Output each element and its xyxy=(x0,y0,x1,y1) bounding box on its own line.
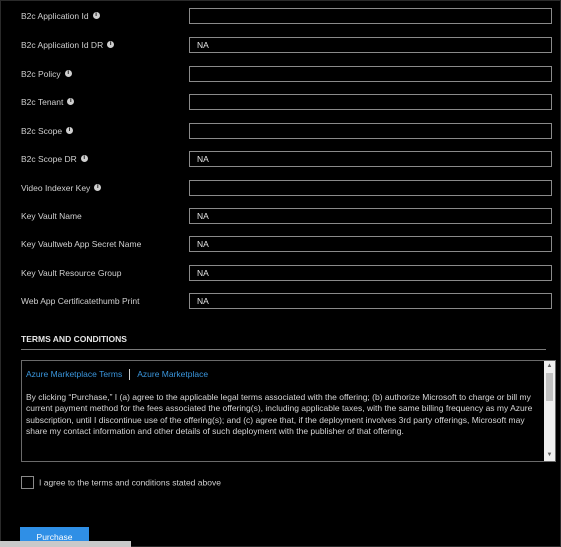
field-label-text: B2c Tenant xyxy=(21,97,64,107)
field-label: B2c Policy i xyxy=(21,69,72,79)
info-icon[interactable]: i xyxy=(67,98,75,106)
info-icon[interactable]: i xyxy=(92,12,100,20)
form-row: Key Vaultweb App Secret Name xyxy=(21,236,552,253)
field-label-text: B2c Application Id xyxy=(21,11,89,21)
field-label-text: Web App Certificatethumb Print xyxy=(21,296,140,306)
field-label: Video Indexer Key i xyxy=(21,183,102,193)
info-icon[interactable]: i xyxy=(64,70,72,78)
scroll-up-arrow-icon[interactable]: ▲ xyxy=(544,361,555,372)
field-label: Key Vaultweb App Secret Name xyxy=(21,239,141,249)
text-field[interactable] xyxy=(189,8,552,24)
link-separator xyxy=(129,369,131,381)
text-field[interactable] xyxy=(189,151,552,167)
form-row: Web App Certificatethumb Print xyxy=(21,293,552,310)
terms-links: Azure Marketplace Terms Azure Marketplace xyxy=(26,369,208,381)
form-row: B2c Policy i xyxy=(21,66,552,83)
field-label: Web App Certificatethumb Print xyxy=(21,296,139,306)
field-label: B2c Scope DR i xyxy=(21,154,88,164)
text-field[interactable] xyxy=(189,293,552,309)
info-icon[interactable]: i xyxy=(66,127,74,135)
horizontal-scrollbar-thumb[interactable] xyxy=(0,541,131,547)
text-field[interactable] xyxy=(189,66,552,82)
terms-box: Azure Marketplace Terms Azure Marketplace… xyxy=(21,360,556,462)
terms-title: TERMS AND CONDITIONS xyxy=(21,334,127,344)
terms-scrollbar[interactable]: ▲ ▼ xyxy=(544,361,555,461)
text-field[interactable] xyxy=(189,236,552,252)
form-row: B2c Scope i xyxy=(21,123,552,140)
field-label-text: Key Vault Resource Group xyxy=(21,268,122,278)
form-row: Key Vault Resource Group xyxy=(21,265,552,282)
terms-divider xyxy=(21,349,546,350)
field-label-text: B2c Application Id DR xyxy=(21,40,104,50)
form-row: Video Indexer Key i xyxy=(21,180,552,197)
scroll-down-arrow-icon[interactable]: ▼ xyxy=(544,450,555,461)
form-row: B2c Tenant i xyxy=(21,94,552,111)
field-label: B2c Application Id DR i xyxy=(21,40,115,50)
text-field[interactable] xyxy=(189,94,552,110)
form-row: B2c Application Id i xyxy=(21,8,552,25)
form-row: B2c Scope DR i xyxy=(21,151,552,168)
field-label-text: B2c Scope DR xyxy=(21,154,77,164)
text-field[interactable] xyxy=(189,265,552,281)
azure-marketplace-terms-link[interactable]: Azure Marketplace Terms xyxy=(26,369,122,379)
info-icon[interactable]: i xyxy=(94,184,102,192)
text-field[interactable] xyxy=(189,123,552,139)
azure-marketplace-link[interactable]: Azure Marketplace xyxy=(137,369,208,379)
scrollbar-thumb[interactable] xyxy=(546,373,553,401)
field-label-text: B2c Scope xyxy=(21,126,63,136)
form-row: B2c Application Id DR i xyxy=(21,37,552,54)
field-label-text: B2c Policy xyxy=(21,69,61,79)
field-label-text: Key Vault Name xyxy=(21,211,82,221)
field-label-text: Video Indexer Key xyxy=(21,183,91,193)
agree-terms-checkbox[interactable] xyxy=(21,476,34,489)
terms-text: By clicking “Purchase,” I (a) agree to t… xyxy=(26,392,533,436)
agree-terms-label: I agree to the terms and conditions stat… xyxy=(39,477,221,488)
field-label: Key Vault Resource Group xyxy=(21,268,121,278)
form-row: Key Vault Name xyxy=(21,208,552,225)
field-label: B2c Application Id i xyxy=(21,11,100,21)
info-icon[interactable]: i xyxy=(80,155,88,163)
field-label-text: Key Vaultweb App Secret Name xyxy=(21,239,142,249)
field-label: B2c Scope i xyxy=(21,126,74,136)
text-field[interactable] xyxy=(189,180,552,196)
text-field[interactable] xyxy=(189,37,552,53)
field-label: Key Vault Name xyxy=(21,211,82,221)
text-field[interactable] xyxy=(189,208,552,224)
info-icon[interactable]: i xyxy=(107,41,115,49)
agree-terms-checkbox-row[interactable]: I agree to the terms and conditions stat… xyxy=(21,476,221,489)
field-label: B2c Tenant i xyxy=(21,97,75,107)
